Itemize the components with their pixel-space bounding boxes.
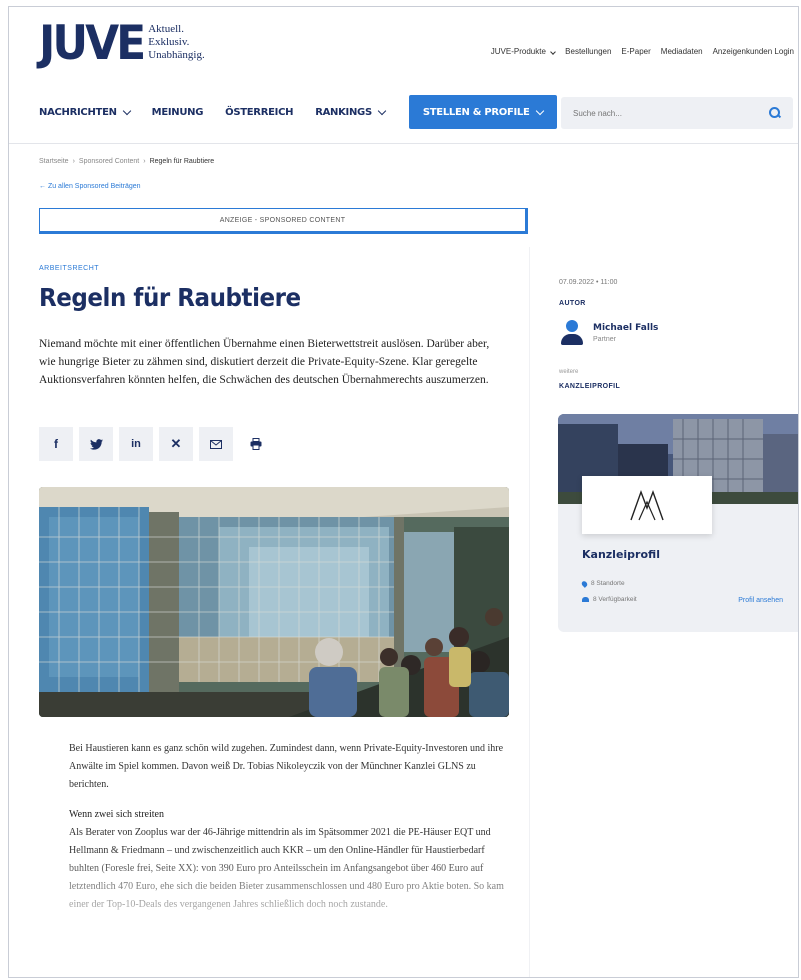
nav-nachrichten[interactable]: NACHRICHTEN xyxy=(39,106,131,118)
nav-oesterreich[interactable]: ÖSTERREICH xyxy=(225,107,293,118)
mail-icon[interactable] xyxy=(199,427,233,461)
logo-wordmark: JUVE xyxy=(39,15,146,71)
author-heading: AUTOR xyxy=(559,300,586,307)
facebook-icon[interactable]: f xyxy=(39,427,73,461)
article-title: Regeln für Raubtiere xyxy=(39,283,301,312)
article-paragraph: Als Berater von Zooplus war der 46-Jähri… xyxy=(69,827,504,910)
column-divider xyxy=(529,247,530,977)
back-to-sponsored-link[interactable]: ← Zu allen Sponsored Beiträgen xyxy=(39,183,141,190)
toplink-mediadaten[interactable]: Mediadaten xyxy=(661,47,703,56)
breadcrumb-home[interactable]: Startseite xyxy=(39,158,69,165)
page-frame: JUVE Aktuell. Exklusiv. Unabhängig. JUVE… xyxy=(8,6,799,978)
logo-tagline: Aktuell. Exklusiv. Unabhängig. xyxy=(148,23,205,61)
twitter-icon[interactable] xyxy=(79,427,113,461)
toplink-produkte[interactable]: JUVE-Produkte xyxy=(491,47,556,56)
author-role: Partner xyxy=(593,336,616,343)
sidebar-small-label: weitere xyxy=(559,369,579,375)
share-bar: f in ✕ xyxy=(39,427,273,461)
card-title: Kanzleiprofil xyxy=(582,548,660,561)
search-input[interactable] xyxy=(573,108,769,118)
chevron-down-icon xyxy=(535,106,544,115)
print-icon[interactable] xyxy=(239,427,273,461)
avatar-icon xyxy=(561,320,583,346)
toplink-bestellungen[interactable]: Bestellungen xyxy=(565,47,611,56)
zoo-enclosure-photo xyxy=(39,487,509,717)
author-block[interactable]: Michael Falls Partner xyxy=(561,320,658,346)
article-category[interactable]: ARBEITSRECHT xyxy=(39,265,99,272)
card-people: 8 Verfügbarkeit xyxy=(582,596,637,603)
location-pin-icon xyxy=(580,579,589,588)
profil-ansehen-link[interactable]: Profil ansehen xyxy=(738,597,783,604)
xing-icon[interactable]: ✕ xyxy=(159,427,193,461)
article-lead: Niemand möchte mit einer öffentlichen Üb… xyxy=(39,338,490,386)
card-locations: 8 Standorte xyxy=(580,579,625,588)
kanzleiprofil-card[interactable]: Kanzleiprofil 8 Standorte 8 Verfügbarkei… xyxy=(558,414,798,632)
top-links: JUVE-Produkte Bestellungen E-Paper Media… xyxy=(491,47,794,56)
juve-logo[interactable]: JUVE Aktuell. Exklusiv. Unabhängig. xyxy=(39,15,205,71)
kanzlei-logo xyxy=(582,476,712,534)
header-divider xyxy=(9,143,798,144)
nav-stellen-profile-button[interactable]: STELLEN & PROFILE xyxy=(408,95,557,129)
search-icon[interactable] xyxy=(769,107,781,119)
article-subheading: Wenn zwei sich streiten xyxy=(69,809,164,820)
toplink-login[interactable]: Anzeigenkunden Login xyxy=(713,47,794,56)
main-nav: NACHRICHTEN MEINUNG ÖSTERREICH RANKINGS … xyxy=(39,95,557,129)
search-box xyxy=(561,97,793,129)
article-hero-image xyxy=(39,487,509,717)
article-paragraph: Bei Haustieren kann es ganz schön wild z… xyxy=(69,743,504,790)
chevron-down-icon xyxy=(377,106,387,115)
breadcrumb: Startseite › Sponsored Content › Regeln … xyxy=(39,158,215,165)
toplink-epaper[interactable]: E-Paper xyxy=(621,47,650,56)
article-body: Bei Haustieren kann es ganz schön wild z… xyxy=(69,740,509,926)
people-icon xyxy=(582,597,589,602)
publish-date: 07.09.2022 • 11:00 xyxy=(559,279,618,286)
author-name[interactable]: Michael Falls xyxy=(593,323,658,333)
nav-rankings[interactable]: RANKINGS xyxy=(315,106,387,118)
breadcrumb-sponsored[interactable]: Sponsored Content xyxy=(79,158,139,165)
linkedin-icon[interactable]: in xyxy=(119,427,153,461)
sponsored-content-banner: ANZEIGE - SPONSORED CONTENT xyxy=(39,208,528,234)
kanzleiprofil-heading: KANZLEIPROFIL xyxy=(559,383,621,390)
breadcrumb-current: Regeln für Raubtiere xyxy=(149,158,215,165)
chevron-down-icon xyxy=(122,106,131,115)
nav-meinung[interactable]: MEINUNG xyxy=(152,107,204,118)
